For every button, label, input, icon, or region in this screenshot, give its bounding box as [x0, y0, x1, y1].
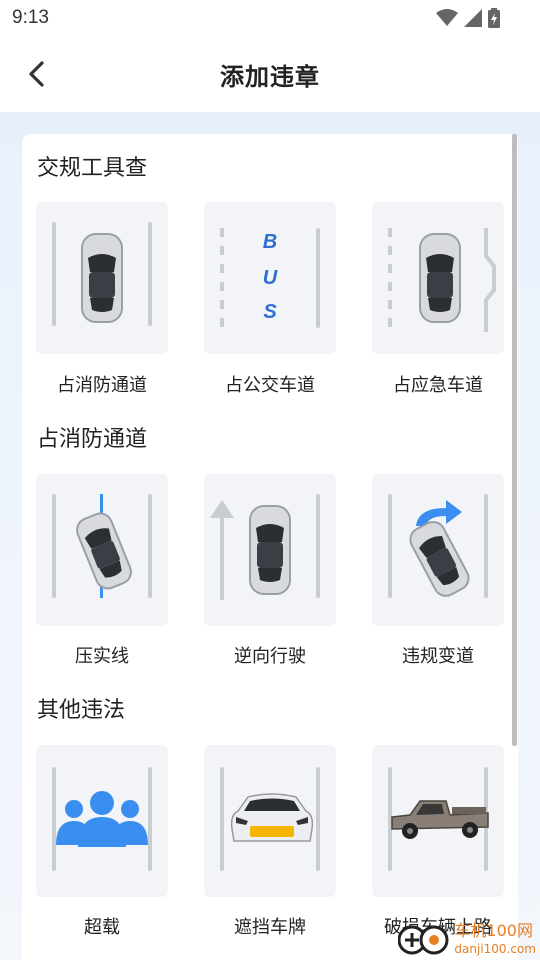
damaged-truck-icon: [391, 800, 489, 839]
tile-emergency-lane[interactable]: [372, 202, 504, 354]
lane-line: [316, 767, 320, 871]
car-icon: [81, 233, 123, 323]
watermark-brand: 车机100网: [454, 921, 533, 940]
lane-line: [484, 494, 488, 598]
bus-letter: S: [263, 301, 277, 323]
lane-line: [316, 494, 320, 598]
battery-icon: [488, 8, 500, 28]
tile-label-covered-plate: 遮挡车牌: [234, 917, 306, 938]
back-button[interactable]: [18, 56, 54, 92]
lane-line: [52, 222, 56, 326]
tile-overload[interactable]: [36, 745, 168, 897]
tile-covered-plate[interactable]: [204, 745, 336, 897]
tile-bus-lane[interactable]: B U S: [204, 202, 336, 354]
bus-lane-marking: B U S: [263, 231, 278, 323]
lane-line: [148, 494, 152, 598]
up-arrow-icon: [210, 500, 234, 600]
page-title: 添加违章: [220, 62, 320, 91]
wifi-icon: [436, 9, 458, 26]
lane-line: [388, 494, 392, 598]
car-icon: [409, 520, 470, 597]
status-bar: 9:13: [0, 0, 540, 36]
status-time: 9:13: [12, 7, 49, 28]
tile-label-illegal-lane-change: 违规变道: [402, 646, 474, 667]
tile-label-overload: 超载: [84, 917, 120, 938]
app-header: 添加违章: [0, 36, 540, 112]
chevron-left-icon: [29, 61, 44, 87]
signal-icon: [464, 9, 482, 27]
watermark-logo-icon: [398, 925, 449, 955]
tile-wrong-way[interactable]: [204, 474, 336, 626]
dashed-lane-line: [388, 228, 392, 328]
tile-fire-lane[interactable]: [36, 202, 168, 354]
tile-label-solid-line: 压实线: [75, 646, 129, 667]
tile-illegal-lane-change[interactable]: [372, 474, 504, 626]
car-icon: [76, 512, 132, 590]
car-icon: [419, 233, 461, 323]
status-icons: [436, 8, 500, 28]
lane-line: [52, 494, 56, 598]
bus-letter: U: [263, 267, 278, 289]
people-group-icon: [56, 791, 148, 847]
bus-letter: B: [263, 231, 277, 253]
section-title-fire-lane: 占消防通道: [37, 427, 148, 452]
tile-label-emergency-lane: 占应急车道: [393, 375, 483, 396]
lane-line: [148, 222, 152, 326]
section-title-other: 其他违法: [37, 698, 126, 723]
tile-label-fire-lane: 占消防通道: [57, 375, 147, 396]
section-title-traffic-tools: 交规工具查: [37, 156, 148, 181]
car-front-icon: [230, 793, 314, 842]
watermark-domain: danji100.com: [454, 942, 536, 956]
car-icon: [249, 505, 291, 595]
tile-label-wrong-way: 逆向行驶: [234, 646, 306, 667]
tile-damaged-vehicle[interactable]: [372, 745, 504, 897]
dashed-lane-line: [220, 228, 224, 328]
watermark: 车机100网 danji100.com: [398, 922, 536, 958]
tile-label-bus-lane: 占公交车道: [225, 375, 315, 396]
tile-solid-line[interactable]: [36, 474, 168, 626]
emergency-lane-line: [484, 228, 496, 332]
lane-line: [316, 228, 320, 328]
lane-line: [220, 767, 224, 871]
